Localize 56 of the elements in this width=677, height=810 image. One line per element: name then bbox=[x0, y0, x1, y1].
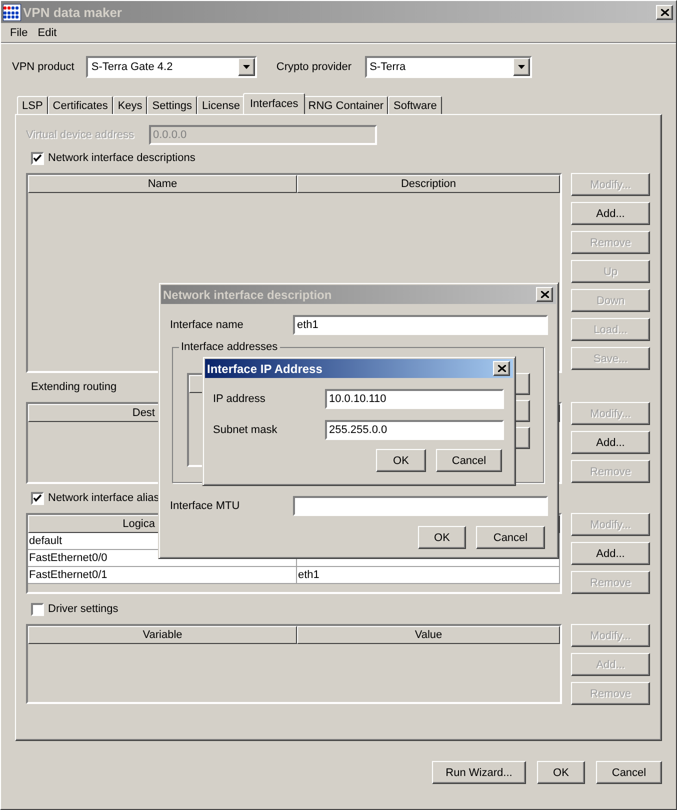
dialog-button[interactable]: OK bbox=[537, 761, 585, 784]
table-row[interactable]: FastEthernet0/1 eth1 bbox=[28, 567, 560, 584]
dropdown[interactable]: S-Terra bbox=[364, 56, 532, 78]
dialog-button[interactable]: Run Wizard... bbox=[432, 761, 526, 784]
checkbox[interactable] bbox=[31, 492, 44, 504]
input-field[interactable] bbox=[293, 496, 548, 516]
input-field[interactable]: 255.255.0.0 bbox=[325, 420, 504, 440]
tab[interactable]: Software bbox=[388, 96, 442, 114]
field-label: Crypto provider bbox=[276, 60, 352, 72]
column-header[interactable]: Description bbox=[297, 175, 560, 193]
field-label: VPN product bbox=[12, 60, 74, 72]
action-button[interactable]: Add... bbox=[571, 202, 650, 225]
column-header[interactable]: Variable bbox=[28, 626, 297, 644]
input-field[interactable]: 10.0.10.110 bbox=[325, 389, 504, 409]
action-button[interactable]: Add... bbox=[571, 542, 650, 565]
field-label: Interface name bbox=[170, 319, 244, 331]
field-label: IP address bbox=[213, 393, 266, 405]
dropdown-arrow-icon bbox=[243, 64, 250, 68]
input-field[interactable]: eth1 bbox=[293, 315, 548, 335]
window-title: Network interface description bbox=[163, 288, 333, 302]
dialog-button[interactable]: Cancel bbox=[596, 761, 662, 784]
dialog-button[interactable]: OK bbox=[418, 526, 466, 549]
menu-item[interactable]: File bbox=[5, 26, 33, 38]
table-cell: FastEthernet0/1 bbox=[28, 567, 297, 583]
checkbox-label[interactable]: Network interface alias bbox=[48, 492, 160, 504]
dropdown[interactable]: S-Terra Gate 4.2 bbox=[86, 56, 258, 78]
close-icon bbox=[540, 291, 548, 298]
tab[interactable]: Certificates bbox=[48, 96, 113, 114]
close-icon bbox=[660, 8, 668, 16]
tab[interactable]: Keys bbox=[112, 96, 148, 114]
close-icon bbox=[498, 365, 506, 372]
field-label: Interface MTU bbox=[170, 500, 241, 512]
dialog-button[interactable]: Cancel bbox=[436, 449, 502, 472]
tab[interactable]: LSP bbox=[17, 96, 48, 114]
checkbox-label[interactable]: Driver settings bbox=[48, 603, 118, 615]
table-cell: eth1 bbox=[297, 567, 560, 583]
checkbox-label[interactable]: Network interface descriptions bbox=[48, 152, 196, 164]
dropdown-arrow-icon bbox=[518, 64, 525, 68]
menu-item[interactable]: Edit bbox=[32, 26, 62, 38]
tab[interactable]: RNG Container bbox=[303, 96, 388, 114]
window-title: Interface IP Address bbox=[207, 362, 324, 376]
action-button[interactable]: Add... bbox=[571, 431, 650, 454]
column-header[interactable]: Value bbox=[297, 626, 560, 644]
section-heading: Extending routing bbox=[31, 381, 117, 393]
checkbox[interactable] bbox=[31, 152, 44, 164]
tab[interactable]: Interfaces bbox=[242, 93, 306, 114]
dialog-button[interactable]: OK bbox=[376, 449, 426, 472]
tab[interactable]: Settings bbox=[147, 96, 198, 114]
dialog-button[interactable]: Cancel bbox=[476, 526, 545, 549]
close-button[interactable] bbox=[493, 361, 510, 376]
column-header[interactable]: Name bbox=[28, 175, 297, 193]
app-icon bbox=[3, 4, 21, 20]
window-title: VPN data maker bbox=[23, 4, 123, 20]
field-label: Subnet mask bbox=[213, 424, 278, 436]
tab[interactable]: License bbox=[197, 96, 245, 114]
checkbox[interactable] bbox=[31, 602, 44, 616]
